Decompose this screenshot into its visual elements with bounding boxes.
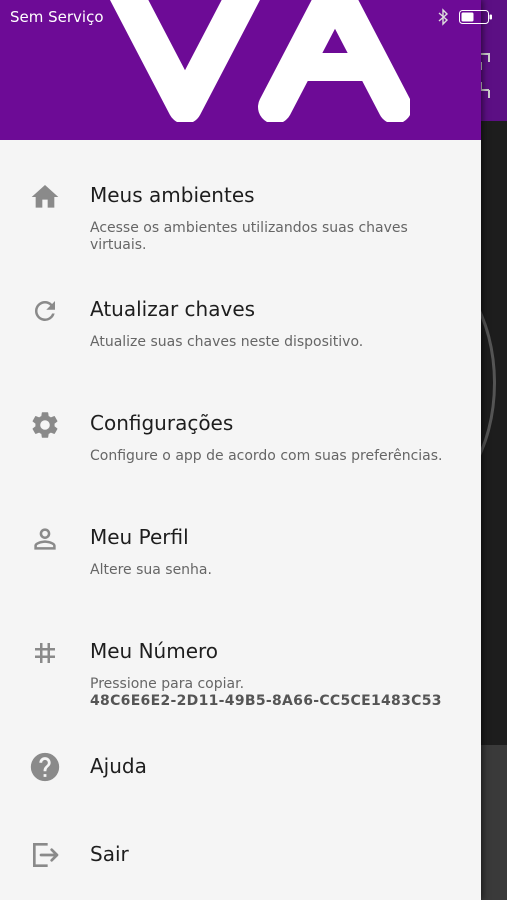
menu-item-meu-perfil[interactable]: Meu Perfil Altere sua senha. bbox=[0, 512, 481, 602]
menu-item-atualizar-chaves[interactable]: Atualizar chaves Atualize suas chaves ne… bbox=[0, 284, 481, 374]
bluetooth-icon bbox=[438, 8, 449, 26]
menu-item-description: Configure o app de acordo com suas prefe… bbox=[90, 448, 443, 464]
menu-item-title: Meu Perfil bbox=[90, 525, 189, 549]
menu-item-description: Atualize suas chaves neste dispositivo. bbox=[90, 334, 364, 350]
menu-item-sair[interactable]: Sair bbox=[0, 828, 481, 888]
menu-item-title: Atualizar chaves bbox=[90, 297, 256, 321]
gear-icon bbox=[28, 408, 62, 442]
carrier-label: Sem Serviço bbox=[10, 8, 104, 26]
status-bar: Sem Serviço 17 bbox=[0, 0, 507, 34]
help-icon bbox=[28, 750, 62, 784]
menu-item-description: Acesse os ambientes utilizandos suas cha… bbox=[90, 220, 408, 253]
battery-icon bbox=[459, 10, 492, 24]
refresh-icon bbox=[28, 294, 62, 328]
device-number: 48C6E6E2-2D11-49B5-8A66-CC5CE1483C53 bbox=[90, 693, 442, 709]
menu-item-meu-numero[interactable]: Meu Número Pressione para copiar. 48C6E6… bbox=[0, 626, 481, 726]
menu-item-title: Configurações bbox=[90, 411, 234, 435]
menu-item-configuracoes[interactable]: Configurações Configure o app de acordo … bbox=[0, 398, 481, 488]
menu-item-title: Meu Número bbox=[90, 639, 219, 663]
home-icon bbox=[28, 180, 62, 214]
menu-item-meus-ambientes[interactable]: Meus ambientes Acesse os ambientes utili… bbox=[0, 170, 481, 270]
menu-item-title: Ajuda bbox=[90, 754, 147, 778]
clock: 17 bbox=[232, 8, 252, 26]
menu-item-title: Meus ambientes bbox=[90, 183, 255, 207]
scan-icon[interactable] bbox=[479, 52, 493, 100]
menu-item-title: Sair bbox=[90, 842, 129, 866]
menu-item-description: Altere sua senha. bbox=[90, 562, 212, 578]
navigation-drawer: Meus ambientes Acesse os ambientes utili… bbox=[0, 0, 481, 900]
logout-icon bbox=[28, 838, 62, 872]
hash-icon bbox=[28, 636, 62, 670]
person-icon bbox=[28, 522, 62, 556]
menu-item-description: Pressione para copiar. bbox=[90, 676, 245, 692]
background-bottom-panel bbox=[481, 745, 507, 900]
menu-item-ajuda[interactable]: Ajuda bbox=[0, 740, 481, 800]
